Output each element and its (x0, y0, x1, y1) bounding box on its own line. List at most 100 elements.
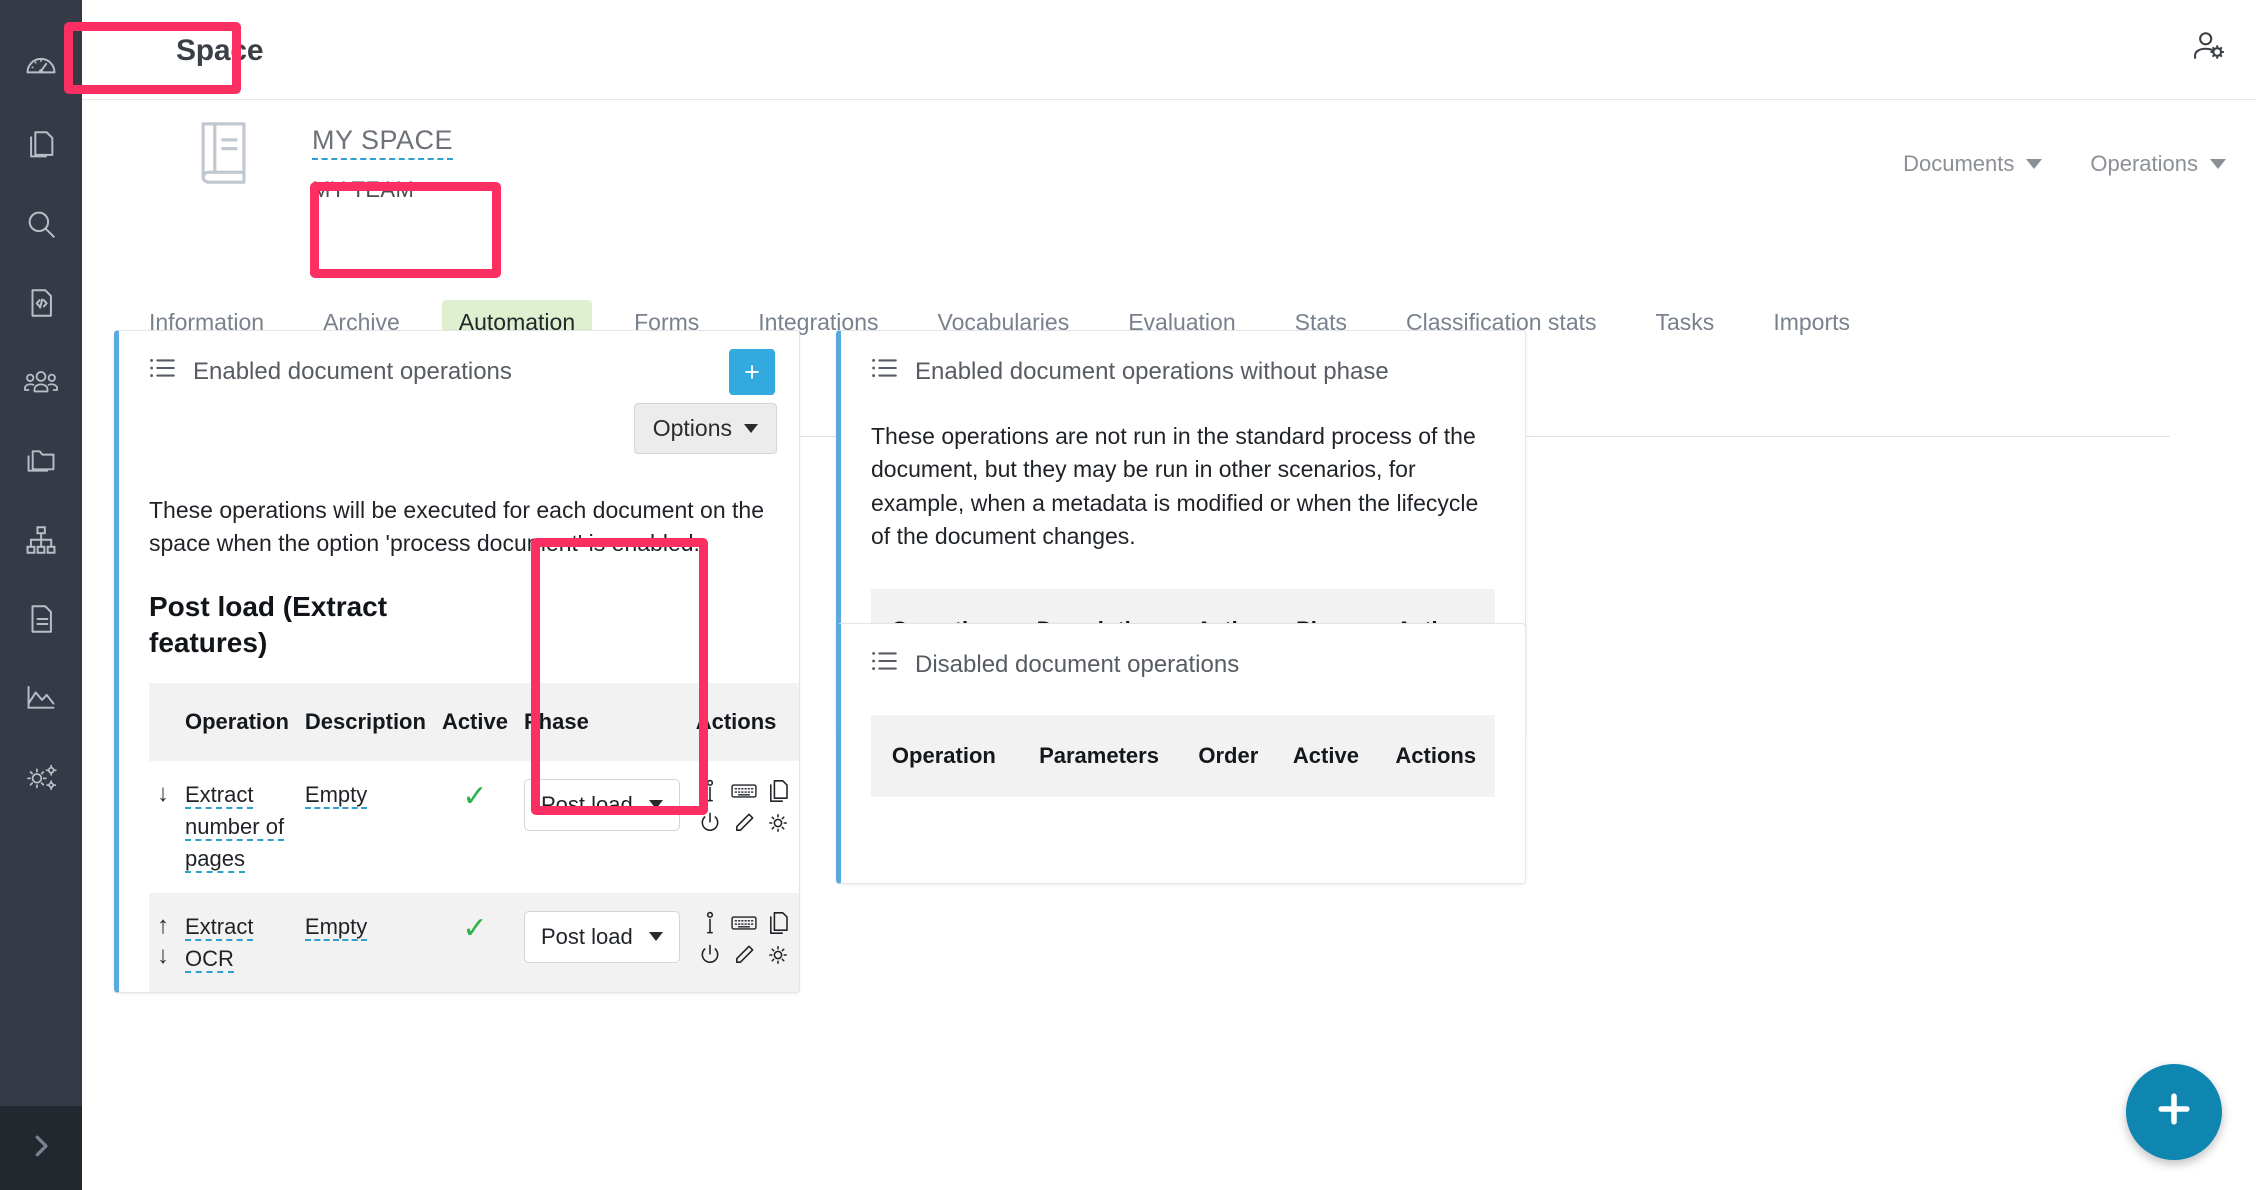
sidebar-item-users[interactable] (0, 342, 82, 421)
keyboard-icon[interactable] (730, 779, 758, 803)
sidebar-item-analytics[interactable] (0, 658, 82, 737)
without-phase-title-row: Enabled document operations without phas… (871, 357, 1495, 386)
row-operation-cell: Extract OCR (177, 892, 297, 993)
th-active: Active (1275, 715, 1377, 797)
phase-select-value: Post load (540, 791, 633, 817)
copy-icon[interactable] (764, 779, 792, 803)
options-button[interactable]: Options (633, 403, 777, 454)
book-icon (194, 118, 256, 193)
sidebar-item-documents[interactable] (0, 105, 82, 184)
chart-area-icon (23, 681, 59, 715)
table-header-row: Operation Description Active Phase Actio… (149, 682, 799, 761)
sidebar-item-folders[interactable] (0, 421, 82, 500)
row-action-icons (696, 911, 792, 967)
move-down-arrow-icon[interactable]: ↓ (157, 941, 169, 971)
th-order (149, 682, 177, 761)
th-phase: Phase (515, 682, 688, 761)
search-icon (24, 207, 58, 241)
keyboard-icon[interactable] (730, 911, 758, 935)
description-link[interactable]: Empty (304, 913, 368, 941)
row-order-cell: ↓ (149, 761, 177, 893)
sidebar-item-hierarchy[interactable] (0, 500, 82, 579)
order-arrows[interactable]: ↓ (157, 779, 169, 809)
description-link[interactable]: Empty (304, 781, 368, 809)
th-description: Description (296, 682, 434, 761)
tab-tasks[interactable]: Tasks (1639, 300, 1732, 345)
operations-dropdown[interactable]: Operations (2090, 151, 2226, 177)
enabled-operations-title: Enabled document operations (193, 357, 512, 385)
hierarchy-icon (24, 523, 58, 557)
info-icon[interactable] (696, 911, 724, 935)
enabled-operations-title-row: Enabled document operations (149, 357, 769, 386)
enabled-operations-card: Enabled document operations + Options Th… (114, 330, 800, 994)
enabled-operations-header: Enabled document operations (119, 357, 799, 386)
pencil-icon[interactable] (730, 943, 758, 967)
left-nav-rail (0, 0, 82, 1190)
page-title: Space (176, 34, 264, 67)
code-file-icon (24, 286, 58, 320)
gear-icon[interactable] (764, 943, 792, 967)
gear-icon[interactable] (764, 811, 792, 835)
sidebar-item-code[interactable] (0, 263, 82, 342)
list-icon (149, 357, 175, 386)
chevron-down-icon (2210, 159, 2226, 169)
documents-dropdown[interactable]: Documents (1903, 151, 2043, 177)
row-description-cell: Empty (296, 892, 434, 993)
disabled-operations-card: Disabled document operations Operation P… (836, 623, 1526, 884)
folders-icon (23, 444, 59, 478)
disabled-operations-body: Disabled document operations Operation P… (841, 650, 1525, 837)
enabled-operations-table: Operation Description Active Phase Actio… (149, 682, 799, 993)
operation-link[interactable]: Extract OCR (185, 913, 254, 973)
pencil-icon[interactable] (730, 811, 758, 835)
phase-select[interactable]: Post load (523, 778, 680, 831)
page-title-wrap: Space (176, 34, 264, 68)
documents-dropdown-label: Documents (1903, 151, 2015, 176)
list-icon (871, 650, 897, 679)
th-order: Order (1181, 715, 1276, 797)
plus-icon (2152, 1087, 2196, 1138)
info-icon[interactable] (696, 779, 724, 803)
sidebar-item-reports[interactable] (0, 579, 82, 658)
chevron-down-icon (648, 932, 663, 942)
phase-select[interactable]: Post load (523, 910, 680, 963)
space-name-link[interactable]: MY SPACE (312, 125, 454, 160)
space-header-actions: Documents Operations (1903, 151, 2226, 177)
disabled-operations-title: Disabled document operations (915, 650, 1240, 678)
row-active-cell: ✓ (433, 892, 516, 993)
row-operation-cell: Extract number of pages (177, 761, 297, 893)
empty-row (871, 797, 1495, 837)
copy-icon[interactable] (764, 911, 792, 935)
chevron-down-icon (2026, 159, 2043, 169)
chevron-right-icon (26, 1131, 56, 1166)
without-phase-description: These operations are not run in the stan… (871, 423, 1479, 550)
power-icon[interactable] (696, 811, 724, 835)
sidebar-item-dashboard[interactable] (0, 26, 82, 105)
sidebar-item-search[interactable] (0, 184, 82, 263)
sidebar-expand-button[interactable] (0, 1106, 82, 1190)
th-active: Active (433, 682, 516, 761)
operation-link[interactable]: Extract number of pages (185, 781, 285, 873)
team-name: MY TEAM (312, 177, 415, 202)
th-actions: Actions (687, 682, 799, 761)
options-button-label: Options (652, 415, 732, 441)
add-operation-button[interactable]: + (729, 349, 775, 395)
chevron-down-icon (744, 424, 758, 433)
check-icon: ✓ (462, 911, 488, 945)
move-down-arrow-icon[interactable]: ↓ (157, 779, 169, 809)
table-row: ↑ ↓ Extract OCR Empty ✓ Post load (149, 892, 799, 993)
gears-icon (22, 760, 60, 794)
add-floating-action-button[interactable] (2126, 1064, 2222, 1160)
top-bar: Space (82, 0, 2256, 100)
move-up-arrow-icon[interactable]: ↑ (157, 911, 169, 941)
tab-imports[interactable]: Imports (1756, 300, 1867, 345)
post-load-section-heading: Post load (Extract features) (149, 591, 388, 659)
order-arrows[interactable]: ↑ ↓ (157, 911, 169, 971)
power-icon[interactable] (696, 943, 724, 967)
operations-dropdown-label: Operations (2090, 151, 2198, 176)
row-action-icons (696, 779, 792, 835)
user-settings-icon[interactable] (2188, 28, 2228, 73)
sidebar-item-settings[interactable] (0, 737, 82, 816)
disabled-operations-table: Operation Parameters Order Active Action… (871, 715, 1495, 837)
th-operation: Operation (177, 682, 297, 761)
enabled-operations-body: These operations will be executed for ea… (119, 494, 799, 993)
